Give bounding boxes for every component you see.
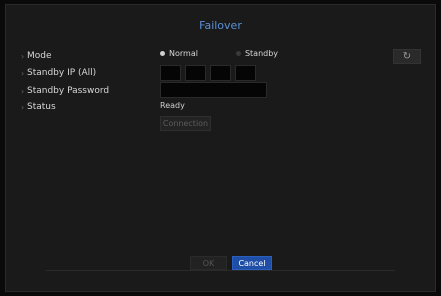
standby-password-label: Standby Password [27,86,110,96]
mode-row: › Mode [21,49,52,63]
radio-selected-icon [160,51,165,56]
mode-normal-label: Normal [169,49,198,58]
page-title: Failover [199,19,242,32]
mode-standby-radio[interactable]: Standby [235,49,279,58]
ip-octet-1-field[interactable] [160,65,181,81]
standby-ip-label: Standby IP (All) [27,68,97,78]
mode-normal-radio[interactable]: Normal [160,49,198,58]
mode-label: Mode [27,51,52,61]
standby-ip-input [160,65,256,81]
radio-unselected-icon [235,51,241,56]
mode-radio-group: Normal Standby [160,49,278,58]
standby-ip-row: › Standby IP (All) [21,66,96,80]
ip-octet-4-field[interactable] [235,65,256,81]
mode-standby-label: Standby [244,49,279,58]
refresh-icon: ↻ [402,50,412,62]
standby-password-row: › Standby Password [21,84,109,98]
status-row: › Status [21,100,56,114]
refresh-button[interactable]: ↻ [393,49,421,64]
cancel-button[interactable]: Cancel [232,256,272,270]
failover-window: Failover ↻ › Mode Normal Standby › Stand… [5,4,436,292]
ip-octet-2-field[interactable] [185,65,206,81]
connection-button[interactable]: Connection [160,116,211,131]
status-value: Ready [160,101,185,110]
status-label: Status [27,102,56,112]
ip-octet-3-field[interactable] [210,65,231,81]
ok-button[interactable]: OK [190,256,227,270]
footer-divider [46,270,395,271]
standby-password-field[interactable] [160,82,267,98]
